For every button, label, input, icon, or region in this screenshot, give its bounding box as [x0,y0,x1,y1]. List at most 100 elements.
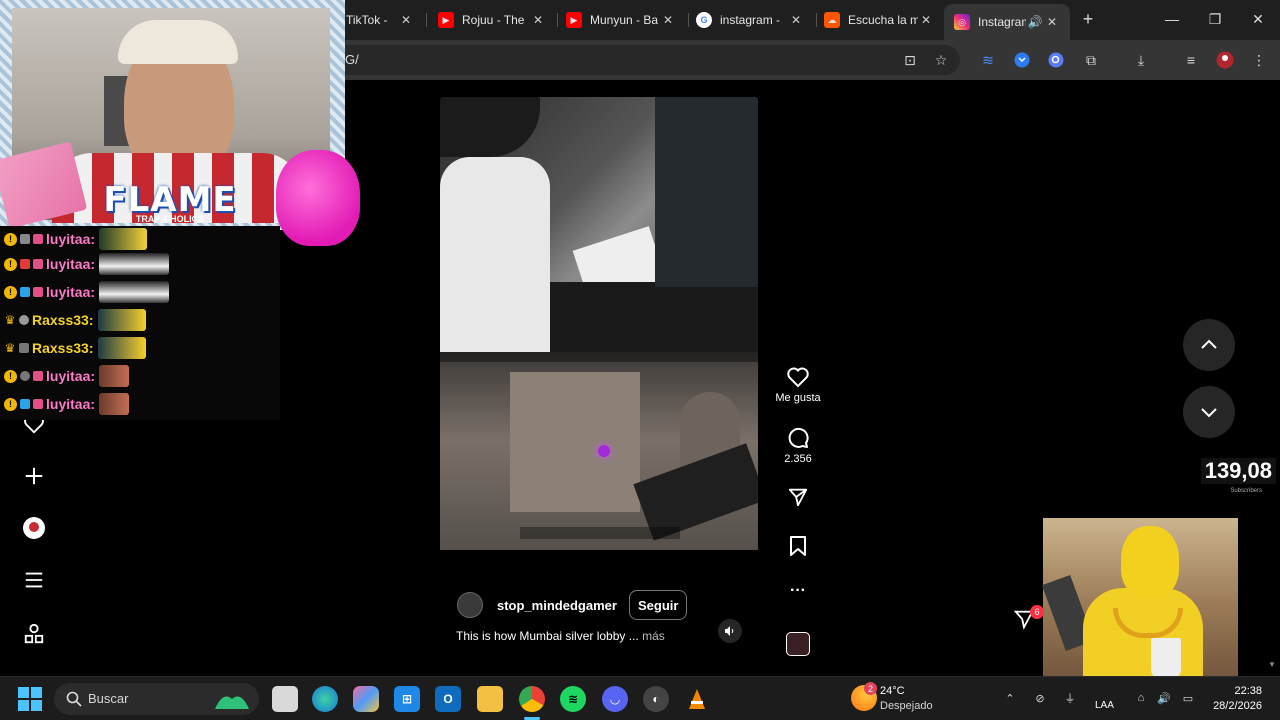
create-icon[interactable] [20,462,48,490]
chat-username: luyitaa: [46,231,96,247]
chat-message: ! luyitaa: [4,391,130,417]
emote [99,228,148,250]
mute-toggle-icon[interactable] [718,619,742,643]
tray-app-icon[interactable]: ⊘ [1032,690,1048,706]
follow-button[interactable]: Seguir [629,590,688,620]
windows-taskbar: Buscar ⊞ O ≋ ◡ ◐ 2 24°C Despejado ⌃ ⊘ ⏚ … [0,676,1280,720]
profile-avatar-icon[interactable] [1215,50,1235,70]
tab-title: Rojuu - The [462,13,525,27]
badge-icon: ! [4,369,17,383]
stream-chat-overlay: ! luyitaa: ! luyitaa: ! luyitaa: ♛ Raxss… [0,226,280,420]
author-username[interactable]: stop_mindedgamer [497,598,617,613]
chevron-up-icon[interactable]: ⌃ [1002,690,1018,706]
tab-close-icon[interactable]: ✕ [398,13,414,27]
address-bar[interactable] [330,45,960,75]
more-link[interactable]: más [642,629,665,643]
tab-close-icon[interactable]: ✕ [1044,15,1060,29]
edge-icon[interactable] [312,686,338,712]
badge-icon: ! [4,257,17,271]
battery-icon[interactable]: ▭ [1180,690,1196,706]
clock-date[interactable]: 28/2/2026 [1200,700,1262,712]
chrome-menu-icon[interactable]: ⋮ [1249,50,1269,70]
author-avatar[interactable] [457,592,483,618]
vlc-icon[interactable] [684,686,710,712]
screen: TikTok - ✕ ▶ Rojuu - The ✕ ▶ Munyun - Ba… [0,0,1280,720]
bookmark-star-icon[interactable]: ☆ [931,50,951,70]
audio-track-thumbnail[interactable] [786,632,810,656]
install-app-icon[interactable]: ⊡ [900,50,920,70]
cup-graphic [1151,638,1181,678]
tab-google-instagram[interactable]: G instagram - ✕ [686,6,814,34]
start-button[interactable] [18,687,42,711]
address-bar-url[interactable]: G/ [345,52,359,67]
file-app-icon[interactable] [272,686,298,712]
share-button[interactable] [773,484,823,510]
instagram-icon: ◎ [954,14,970,30]
extensions-puzzle-icon[interactable]: ⧉ [1081,50,1101,70]
obs-icon[interactable]: ◐ [643,686,669,712]
subscriber-counter-caption: Subscribers [1230,488,1262,494]
scroll-down-arrow[interactable]: ▼ [1268,660,1276,670]
apps-icon[interactable] [20,620,48,648]
more-options-icon[interactable]: ··· [773,582,823,600]
tab-close-icon[interactable]: ✕ [788,13,804,27]
chat-message: ♛ Raxss33: [4,335,146,361]
tab-youtube-munyun[interactable]: ▶ Munyun - Ba ✕ [556,6,686,34]
reel-webcam-view [440,97,758,352]
language-indicator[interactable]: LAA [1095,700,1114,711]
extension-shazam-icon[interactable] [1012,50,1032,70]
profile-icon[interactable] [20,514,48,542]
maximize-button[interactable]: ❐ [1200,8,1230,32]
tab-instagram-active[interactable]: ◎ Instagram 🔊 ✕ [944,4,1070,40]
extension-audio-icon[interactable]: ≋ [978,50,998,70]
soundcloud-icon: ☁ [824,12,840,28]
outlook-icon[interactable]: O [435,686,461,712]
comments-button[interactable]: 2.356 [773,425,823,465]
speaker-icon[interactable]: 🔊 [1026,15,1044,29]
search-highlight-icon[interactable] [212,686,252,712]
reel-video[interactable] [440,97,758,660]
emote [99,393,130,415]
emote [97,337,146,359]
weather-condition: Despejado [880,700,933,712]
comment-icon [773,425,823,451]
tab-soundcloud[interactable]: ☁ Escucha la m ✕ [814,6,944,34]
clock-time[interactable]: 22:38 [1226,685,1262,697]
chat-username: Raxss33: [32,340,94,356]
chat-username: luyitaa: [46,284,96,300]
badge-icon: ! [4,397,17,411]
store-icon[interactable]: ⊞ [394,686,420,712]
previous-reel-button[interactable] [1183,319,1235,371]
save-button[interactable] [773,533,823,559]
tab-tiktok[interactable]: TikTok - ✕ [336,6,424,34]
minimize-button[interactable]: — [1157,8,1187,32]
downloads-icon[interactable]: ⤓ [1131,50,1151,70]
google-icon: G [696,12,712,28]
spotify-icon[interactable]: ≋ [560,686,586,712]
discord-icon[interactable]: ◡ [602,686,628,712]
close-window-button[interactable]: ✕ [1243,8,1273,32]
chat-username: luyitaa: [46,396,96,412]
tab-close-icon[interactable]: ✕ [530,13,546,27]
next-reel-button[interactable] [1183,386,1235,438]
file-explorer-icon[interactable] [477,686,503,712]
menu-icon[interactable] [20,566,48,594]
flame-logo-subtitle: TRAP 4 HOLICS [135,214,205,224]
microphone-icon[interactable]: ⏚ [1062,690,1078,706]
new-tab-button[interactable]: + [1076,8,1100,32]
like-button[interactable]: Me gusta [773,364,823,404]
chrome-icon[interactable] [519,686,545,712]
network-icon[interactable]: ⌂ [1133,690,1149,706]
tab-youtube-rojuu[interactable]: ▶ Rojuu - The ✕ [428,6,556,34]
chat-message: ! luyitaa: [4,251,170,277]
tab-title: instagram - [720,13,781,27]
extension-search-icon[interactable] [1046,50,1066,70]
copilot-icon[interactable] [353,686,379,712]
weather-badge: 2 [864,682,877,695]
tab-title: Munyun - Ba [590,13,659,27]
tab-close-icon[interactable]: ✕ [918,13,934,27]
tab-title: Escucha la m [848,13,918,27]
media-controls-icon[interactable]: ≡ [1181,50,1201,70]
tab-close-icon[interactable]: ✕ [660,13,676,27]
volume-icon[interactable]: 🔊 [1156,690,1172,706]
